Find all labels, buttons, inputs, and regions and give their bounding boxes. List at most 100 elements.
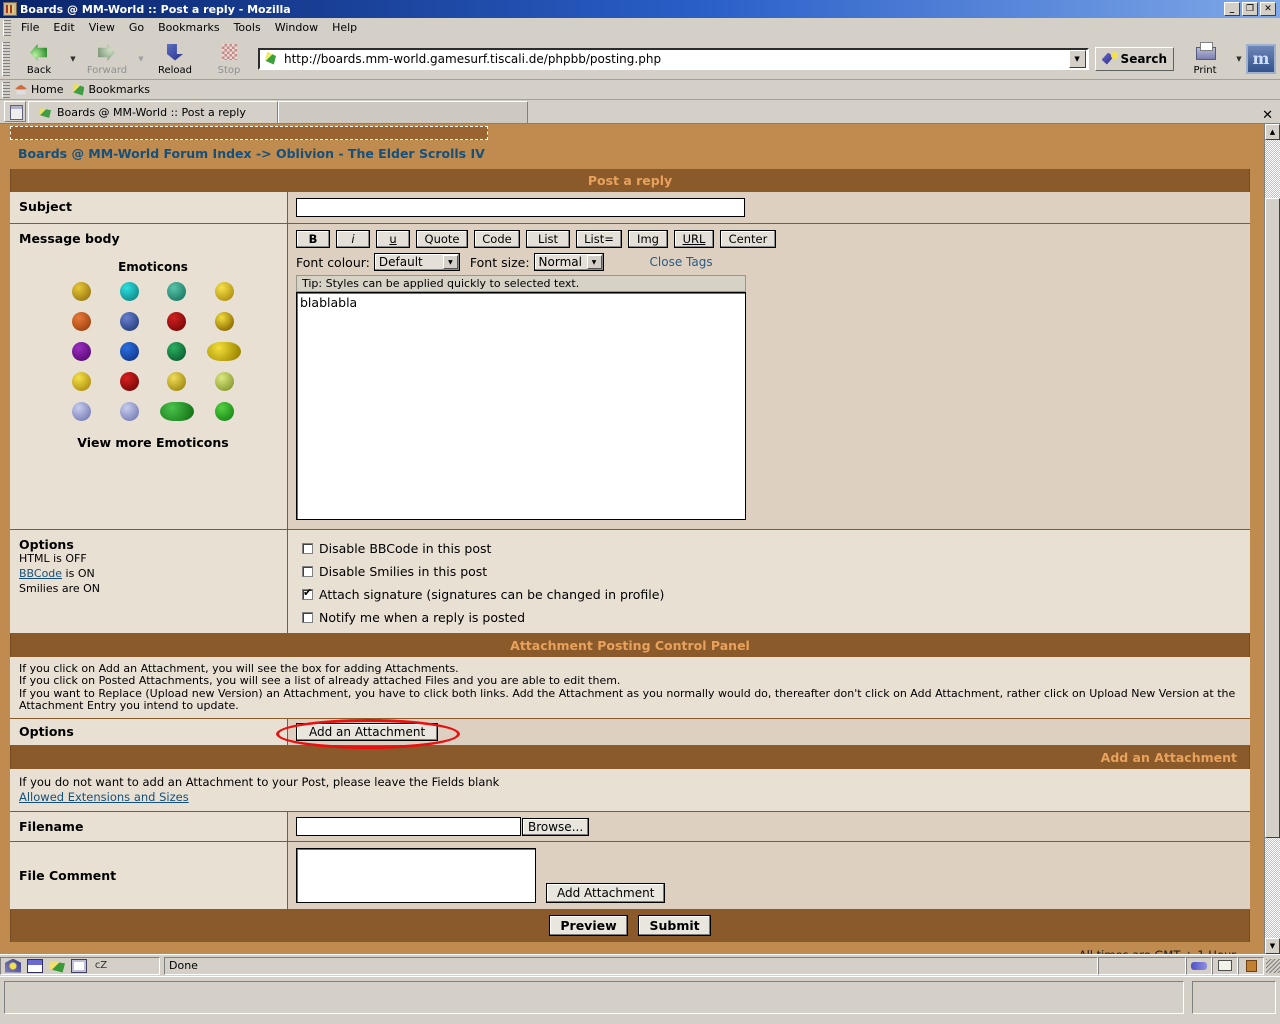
allowed-extensions-link[interactable]: Allowed Extensions and Sizes [19, 790, 189, 804]
bbcode-img-button[interactable]: Img [628, 230, 668, 248]
filename-input[interactable] [296, 817, 521, 837]
disable-smilies-checkbox[interactable] [302, 566, 313, 577]
bbcode-list-eq-button[interactable]: List= [576, 230, 622, 248]
emoticon-cool-orange[interactable] [72, 312, 92, 331]
emoticon-grin[interactable] [167, 282, 187, 301]
scroll-track-bottom[interactable] [1265, 838, 1280, 938]
emoticon-alien-green[interactable] [159, 402, 194, 421]
view-more-emoticons-link[interactable]: View more Emoticons [77, 435, 228, 450]
restore-button[interactable]: ❐ [1242, 2, 1258, 16]
address-bar[interactable]: ▼ [258, 47, 1089, 70]
irc-chatzilla-icon[interactable]: cZ [93, 959, 109, 973]
emoticon-thumbs-up[interactable] [72, 402, 92, 421]
add-an-attachment-button[interactable]: Add an Attachment [296, 723, 439, 742]
mail-icon[interactable] [49, 961, 65, 973]
tab-post-a-reply[interactable]: Boards @ MM-World :: Post a reply [28, 101, 278, 123]
url-input[interactable] [282, 50, 1069, 67]
bbcode-bold-button[interactable]: B [296, 230, 330, 248]
tab-blank[interactable] [278, 101, 528, 123]
menu-bookmarks[interactable]: Bookmarks [151, 19, 226, 36]
menu-help[interactable]: Help [325, 19, 364, 36]
reload-button[interactable]: Reload [148, 39, 202, 79]
menubar-grip[interactable] [3, 19, 11, 36]
composer-icon[interactable] [27, 958, 43, 973]
back-button[interactable]: Back [12, 39, 66, 79]
emoticon-very-happy[interactable] [119, 282, 139, 301]
close-tags-link[interactable]: Close Tags [650, 255, 713, 269]
emoticon-thumbs-down[interactable] [119, 402, 139, 421]
emoticon-evil-green[interactable] [167, 342, 187, 361]
menu-view[interactable]: View [82, 19, 122, 36]
taskbar-tray[interactable] [1192, 981, 1276, 1014]
preview-button[interactable]: Preview [549, 915, 628, 937]
bbcode-quote-button[interactable]: Quote [416, 230, 468, 248]
new-tab-icon[interactable] [4, 101, 26, 122]
personal-toolbar-grip[interactable] [2, 81, 10, 98]
emoticon-mad-red[interactable] [167, 312, 187, 331]
bbcode-underline-button[interactable]: u [376, 230, 410, 248]
emoticon-crying-blue[interactable] [119, 342, 139, 361]
bookmark-home[interactable]: Home [12, 82, 69, 98]
forward-button[interactable]: Forward [80, 39, 134, 79]
stop-button[interactable]: Stop [202, 39, 256, 79]
menu-file[interactable]: File [14, 19, 46, 36]
menu-edit[interactable]: Edit [46, 19, 81, 36]
message-body-textarea[interactable]: blablabla [296, 292, 746, 520]
offline-online-icon[interactable] [1186, 956, 1212, 975]
add-attachment-button[interactable]: Add Attachment [546, 883, 666, 904]
scroll-track-top[interactable] [1265, 140, 1280, 198]
bbcode-list-button[interactable]: List [526, 230, 570, 248]
emoticon-cheer[interactable] [72, 372, 92, 391]
notify-reply-checkbox[interactable] [302, 612, 313, 623]
close-tab-icon[interactable]: ✕ [1262, 108, 1273, 123]
emoticon-sad-blue[interactable] [119, 312, 139, 331]
emoticon-confused[interactable] [72, 342, 92, 361]
bbcode-italic-button[interactable]: i [336, 230, 370, 248]
addressbook-icon[interactable] [71, 958, 87, 973]
resize-grip[interactable] [1266, 958, 1280, 973]
scroll-up-button[interactable]: ▲ [1265, 124, 1280, 140]
security-lock-icon[interactable] [1238, 956, 1264, 975]
emoticon-green-smile[interactable] [214, 402, 234, 421]
menu-go[interactable]: Go [122, 19, 151, 36]
print-dropdown[interactable]: ▼ [1232, 55, 1246, 63]
print-button[interactable]: Print [1178, 39, 1232, 79]
emoticon-smile[interactable] [72, 282, 92, 301]
emoticon-sleeping[interactable] [167, 372, 187, 391]
disable-bbcode-checkbox[interactable] [302, 543, 313, 554]
chevron-down-icon[interactable]: ▼ [442, 255, 458, 269]
file-comment-textarea[interactable] [296, 848, 536, 904]
emoticon-wink-yellow[interactable] [214, 282, 234, 301]
taskbar-buttons-area[interactable] [4, 981, 1184, 1014]
menu-tools[interactable]: Tools [227, 19, 268, 36]
scrollbar-thumb[interactable] [1265, 198, 1280, 838]
browse-button[interactable]: Browse... [522, 817, 590, 836]
bookmark-folder-bookmarks[interactable]: Bookmarks [69, 82, 155, 98]
bbcode-status-link[interactable]: BBCode [19, 567, 62, 580]
search-button[interactable]: Search [1094, 46, 1174, 71]
url-dropdown-icon[interactable]: ▼ [1068, 49, 1086, 68]
emoticon-devil-red[interactable] [119, 372, 139, 391]
breadcrumb-forum-index[interactable]: Boards @ MM-World Forum Index [18, 146, 252, 161]
back-history-dropdown[interactable]: ▼ [66, 55, 80, 63]
cookie-permissions-icon[interactable] [1212, 956, 1238, 975]
subject-input[interactable] [296, 198, 745, 217]
network-activity-icon[interactable] [5, 958, 21, 973]
menu-window[interactable]: Window [268, 19, 325, 36]
emoticon-cool-shades[interactable] [214, 312, 234, 331]
mozilla-logo-icon[interactable]: m [1246, 43, 1276, 74]
font-colour-select[interactable]: Default ▼ [373, 253, 460, 271]
bbcode-url-button[interactable]: URL [674, 230, 714, 248]
chevron-down-icon-2[interactable]: ▼ [586, 255, 602, 269]
emoticon-rolleyes[interactable] [214, 372, 234, 391]
forward-history-dropdown[interactable]: ▼ [134, 55, 148, 63]
breadcrumb-forum-name[interactable]: Oblivion - The Elder Scrolls IV [276, 146, 485, 161]
emoticon-laughing[interactable] [207, 342, 242, 361]
attach-signature-checkbox[interactable] [302, 586, 313, 600]
bbcode-code-button[interactable]: Code [474, 230, 520, 248]
close-button[interactable]: ✕ [1260, 2, 1276, 16]
navbar-grip[interactable] [2, 41, 10, 76]
font-size-select[interactable]: Normal ▼ [533, 253, 604, 271]
bbcode-center-button[interactable]: Center [720, 230, 776, 248]
submit-button[interactable]: Submit [638, 915, 711, 937]
